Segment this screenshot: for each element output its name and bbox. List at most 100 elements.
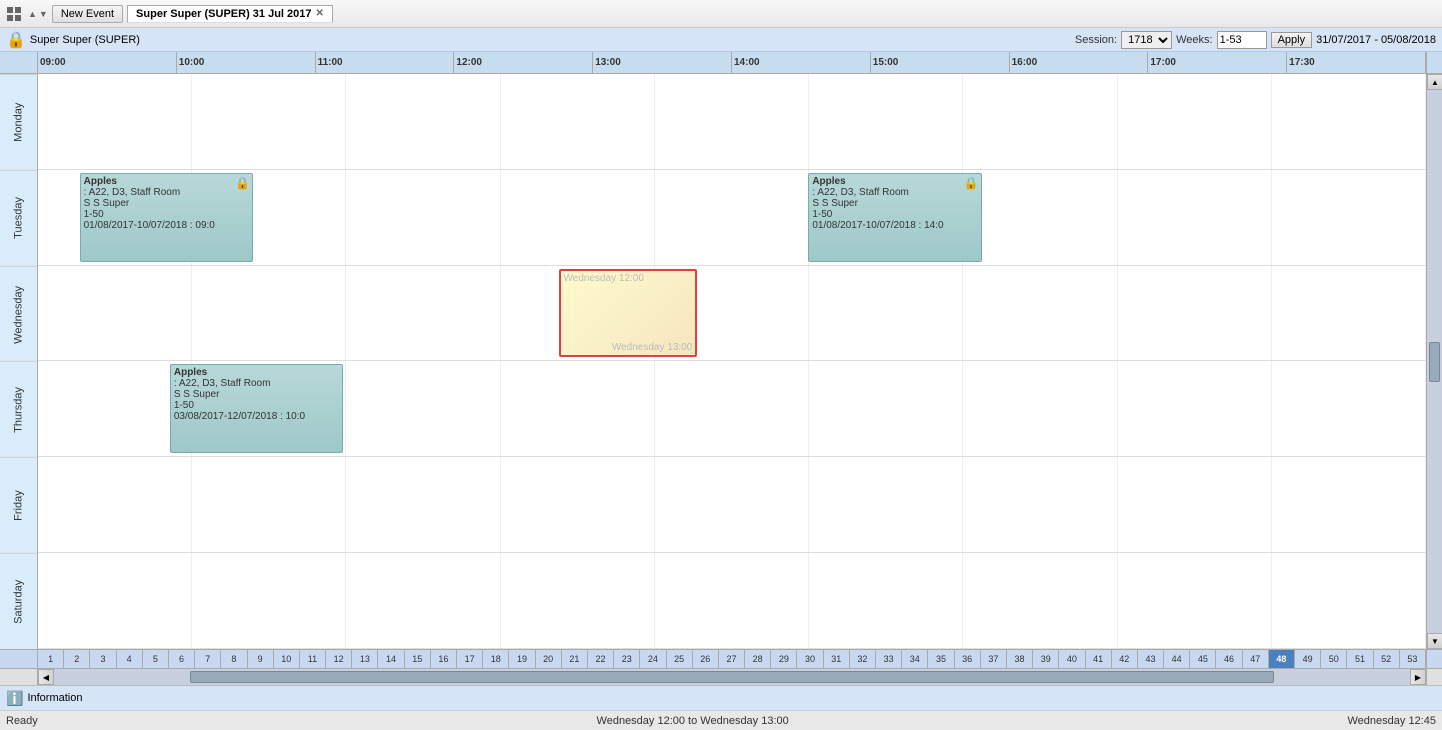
week-cell-14[interactable]: 14	[378, 650, 404, 668]
event-wednesday-selected[interactable]: Wednesday 12:00Wednesday 13:00	[559, 269, 698, 358]
week-cell-31[interactable]: 31	[824, 650, 850, 668]
hour-slot[interactable]	[963, 170, 1117, 265]
hour-slot[interactable]	[1118, 74, 1272, 169]
hour-slot[interactable]	[192, 553, 346, 648]
week-cell-40[interactable]: 40	[1059, 650, 1085, 668]
week-cell-41[interactable]: 41	[1086, 650, 1112, 668]
event-thursday-morning[interactable]: Apples: A22, D3, Staff RoomS S Super1-50…	[170, 364, 344, 453]
hour-slot[interactable]	[346, 170, 500, 265]
week-cell-37[interactable]: 37	[981, 650, 1007, 668]
week-cell-1[interactable]: 1	[38, 650, 64, 668]
week-cell-47[interactable]: 47	[1243, 650, 1269, 668]
hour-slot[interactable]	[346, 361, 500, 456]
hour-slot[interactable]	[1272, 457, 1426, 552]
week-cell-16[interactable]: 16	[431, 650, 457, 668]
scroll-thumb[interactable]	[1429, 342, 1440, 382]
week-cell-20[interactable]: 20	[536, 650, 562, 668]
hour-slot[interactable]	[655, 553, 809, 648]
hour-slot[interactable]	[1118, 457, 1272, 552]
hour-slot[interactable]	[501, 74, 655, 169]
hour-slot[interactable]	[655, 457, 809, 552]
week-cell-15[interactable]: 15	[405, 650, 431, 668]
tab-close-button[interactable]: ✕	[316, 8, 324, 19]
hour-slot[interactable]	[38, 457, 192, 552]
hour-slot[interactable]	[501, 553, 655, 648]
week-cell-23[interactable]: 23	[614, 650, 640, 668]
week-cell-50[interactable]: 50	[1321, 650, 1347, 668]
week-cell-29[interactable]: 29	[771, 650, 797, 668]
hour-slot[interactable]	[963, 74, 1117, 169]
week-cell-42[interactable]: 42	[1112, 650, 1138, 668]
right-scrollbar[interactable]: ▲ ▼	[1426, 74, 1442, 649]
week-cell-13[interactable]: 13	[352, 650, 378, 668]
hour-slot[interactable]	[346, 553, 500, 648]
week-cell-33[interactable]: 33	[876, 650, 902, 668]
week-cell-32[interactable]: 32	[850, 650, 876, 668]
hour-slot[interactable]	[501, 361, 655, 456]
week-cell-38[interactable]: 38	[1007, 650, 1033, 668]
hour-slot[interactable]	[38, 74, 192, 169]
week-cell-52[interactable]: 52	[1374, 650, 1400, 668]
hour-slot[interactable]	[655, 170, 809, 265]
week-cell-39[interactable]: 39	[1033, 650, 1059, 668]
new-event-button[interactable]: New Event	[52, 5, 123, 23]
week-cell-25[interactable]: 25	[667, 650, 693, 668]
hour-slot[interactable]	[963, 266, 1117, 361]
h-scroll-right-button[interactable]: ▶	[1410, 669, 1426, 685]
week-cell-28[interactable]: 28	[745, 650, 771, 668]
week-cell-17[interactable]: 17	[457, 650, 483, 668]
hour-slot[interactable]	[1272, 170, 1426, 265]
hour-slot[interactable]	[1118, 361, 1272, 456]
week-cell-27[interactable]: 27	[719, 650, 745, 668]
hour-slot[interactable]	[963, 361, 1117, 456]
h-scroll-track[interactable]	[54, 669, 1410, 685]
week-cell-26[interactable]: 26	[693, 650, 719, 668]
week-cell-49[interactable]: 49	[1295, 650, 1321, 668]
h-scroll-left-button[interactable]: ◀	[38, 669, 54, 685]
week-cell-4[interactable]: 4	[117, 650, 143, 668]
hour-slot[interactable]	[1118, 266, 1272, 361]
hour-slot[interactable]	[1118, 170, 1272, 265]
hour-slot[interactable]	[809, 457, 963, 552]
hour-slot[interactable]	[346, 457, 500, 552]
hour-slot[interactable]	[809, 266, 963, 361]
hour-slot[interactable]	[346, 74, 500, 169]
week-cell-24[interactable]: 24	[640, 650, 666, 668]
active-tab[interactable]: Super Super (SUPER) 31 Jul 2017 ✕	[127, 5, 333, 23]
h-scroll-thumb[interactable]	[190, 671, 1275, 683]
week-cell-6[interactable]: 6	[169, 650, 195, 668]
week-cell-35[interactable]: 35	[928, 650, 954, 668]
hour-slot[interactable]	[809, 74, 963, 169]
session-select[interactable]: 1718	[1121, 31, 1172, 49]
hour-slot[interactable]	[192, 266, 346, 361]
hour-slot[interactable]	[38, 553, 192, 648]
week-cell-8[interactable]: 8	[221, 650, 247, 668]
week-cell-53[interactable]: 53	[1400, 650, 1426, 668]
hour-slot[interactable]	[501, 170, 655, 265]
hour-slot[interactable]	[1272, 74, 1426, 169]
hour-slot[interactable]	[501, 457, 655, 552]
hour-slot[interactable]	[1272, 361, 1426, 456]
week-cell-3[interactable]: 3	[90, 650, 116, 668]
hour-slot[interactable]	[192, 74, 346, 169]
week-cell-44[interactable]: 44	[1164, 650, 1190, 668]
week-cell-34[interactable]: 34	[902, 650, 928, 668]
hour-slot[interactable]	[655, 361, 809, 456]
week-cell-51[interactable]: 51	[1347, 650, 1373, 668]
week-cell-46[interactable]: 46	[1216, 650, 1242, 668]
week-cell-10[interactable]: 10	[274, 650, 300, 668]
week-cell-30[interactable]: 30	[797, 650, 823, 668]
week-cell-7[interactable]: 7	[195, 650, 221, 668]
event-tuesday-afternoon[interactable]: Apples: A22, D3, Staff RoomS S Super1-50…	[808, 173, 982, 262]
week-cell-9[interactable]: 9	[248, 650, 274, 668]
week-cell-12[interactable]: 12	[326, 650, 352, 668]
hour-slot[interactable]	[809, 553, 963, 648]
week-cell-2[interactable]: 2	[64, 650, 90, 668]
hour-slot[interactable]	[655, 74, 809, 169]
week-cells[interactable]: 1234567891011121314151617181920212223242…	[38, 650, 1426, 668]
hour-slot[interactable]	[192, 457, 346, 552]
hour-slot[interactable]	[38, 266, 192, 361]
week-cell-22[interactable]: 22	[588, 650, 614, 668]
scroll-down-button[interactable]: ▼	[1427, 633, 1442, 649]
hour-slot[interactable]	[1272, 266, 1426, 361]
